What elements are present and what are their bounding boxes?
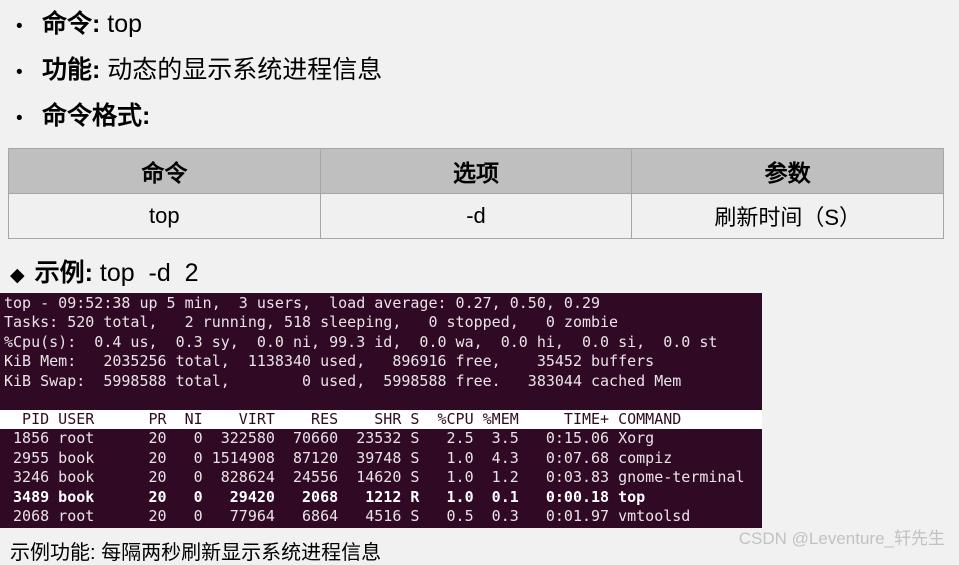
terminal-summary-line: top - 09:52:38 up 5 min, 3 users, load a… <box>4 294 601 312</box>
list-item: • 命令格式: <box>0 96 959 142</box>
cell-option: -d <box>319 193 633 239</box>
example-heading: ◆ 示例: top -d 2 <box>0 239 959 293</box>
list-item: • 功能: 动态的显示系统进程信息 <box>0 50 959 96</box>
terminal-summary-line: KiB Swap: 5998588 total, 0 used, 5998588… <box>4 371 682 390</box>
list-item: • 命令: top <box>0 4 959 50</box>
diamond-icon: ◆ <box>10 265 25 286</box>
terminal-process-header: PID USER PR NI VIRT RES SHR S %CPU %MEM … <box>0 409 762 430</box>
terminal-process-row: 2068 root 20 0 77964 6864 4516 S 0.5 0.3… <box>4 506 691 525</box>
column-header-command: 命令 <box>8 148 321 194</box>
bullet-label: 功能: <box>42 56 101 84</box>
bullet-icon: • <box>16 108 23 129</box>
bullet-label: 命令: <box>42 10 101 38</box>
column-header-parameter: 参数 <box>631 148 944 194</box>
watermark: CSDN @Leventure_轩先生 <box>738 529 945 548</box>
cell-command: top <box>8 193 321 239</box>
bullet-value: 动态的显示系统进程信息 <box>100 56 383 84</box>
column-header-option: 选项 <box>319 148 633 194</box>
bullet-list: • 命令: top • 功能: 动态的显示系统进程信息 • 命令格式: <box>0 0 959 142</box>
terminal-summary-line: Tasks: 520 total, 2 running, 518 sleepin… <box>4 313 619 332</box>
terminal-process-row: 3246 book 20 0 828624 24556 14620 S 1.0 … <box>4 468 745 487</box>
example-command: top -d 2 <box>92 259 199 287</box>
bullet-label: 命令格式: <box>42 102 151 130</box>
terminal-summary-line: KiB Mem: 2035256 total, 1138340 used, 89… <box>4 352 655 371</box>
command-format-table: 命令 选项 参数 top -d 刷新时间（S） <box>8 148 944 239</box>
terminal-output: top - 09:52:38 up 5 min, 3 users, load a… <box>0 293 762 529</box>
bullet-value: top <box>100 10 143 38</box>
example-label: 示例: <box>34 259 93 287</box>
table-header-row: 命令 选项 参数 <box>8 148 944 194</box>
terminal-process-row: 2955 book 20 0 1514908 87120 39748 S 1.0… <box>4 448 673 467</box>
cell-parameter: 刷新时间（S） <box>631 193 944 239</box>
terminal-summary-line: %Cpu(s): 0.4 us, 0.3 sy, 0.0 ni, 99.3 id… <box>4 332 718 351</box>
terminal-process-row-highlighted: 3489 book 20 0 29420 2068 1212 R 1.0 0.1… <box>4 487 646 506</box>
bullet-icon: • <box>16 62 23 83</box>
terminal-process-row: 1856 root 20 0 322580 70660 23532 S 2.5 … <box>4 429 655 448</box>
table-row: top -d 刷新时间（S） <box>8 193 944 239</box>
bullet-icon: • <box>16 16 23 37</box>
